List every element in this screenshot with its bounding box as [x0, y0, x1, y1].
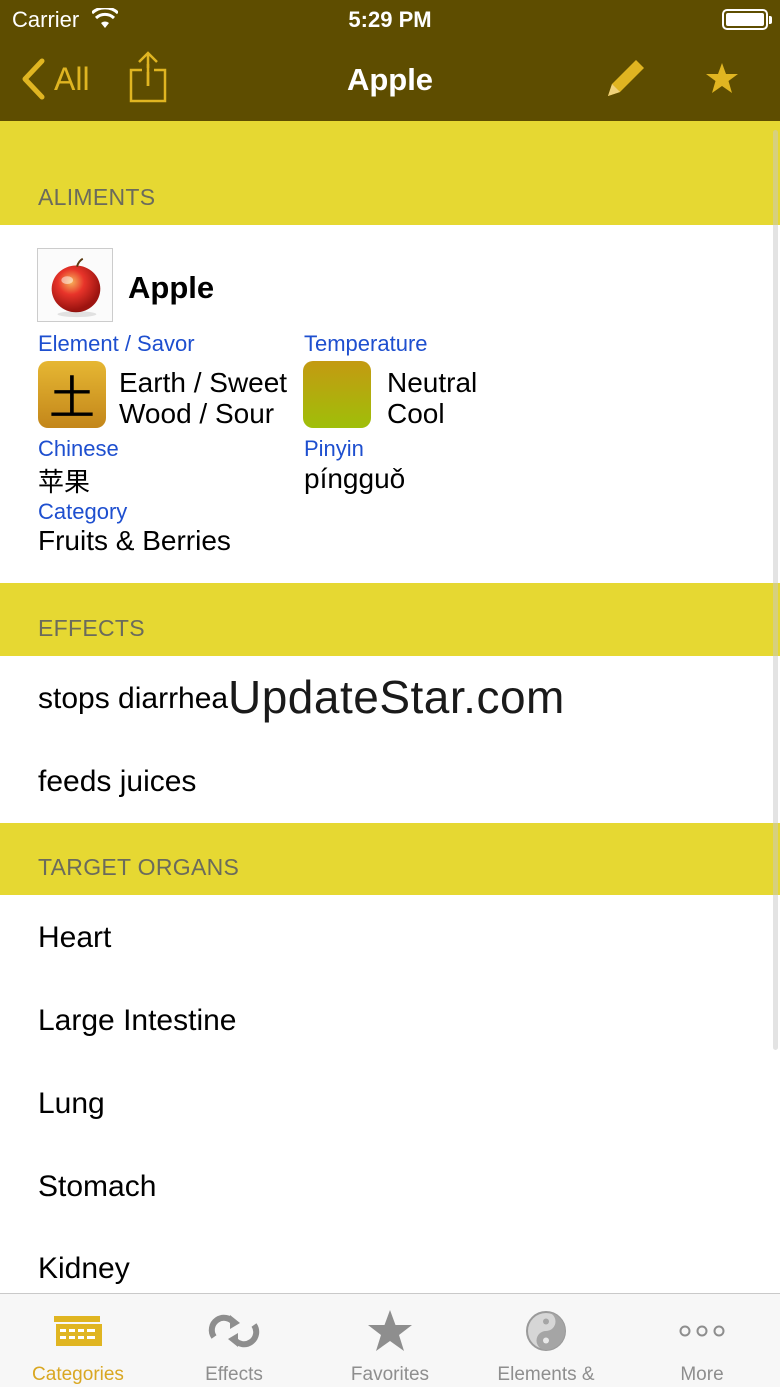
element-value-2: Wood / Sour [119, 398, 275, 429]
temperature-icon [303, 361, 371, 428]
apple-image [37, 248, 113, 322]
tab-more[interactable]: More [624, 1294, 780, 1387]
watermark: UpdateStar.com [228, 671, 565, 723]
section-title: ALIMENTS [38, 184, 156, 210]
chinese-label: Chinese [38, 436, 119, 461]
navigation-bar: All Apple [0, 40, 780, 121]
star-icon [368, 1310, 412, 1351]
categories-icon [54, 1316, 102, 1346]
top-bar: Carrier 5:29 PM All Apple [0, 0, 780, 121]
element-label: Element / Savor [38, 331, 195, 356]
pinyin-label: Pinyin [304, 436, 364, 461]
tab-label: More [680, 1364, 724, 1385]
tab-elements-organs[interactable]: Elements & Organs [468, 1294, 624, 1387]
status-bar: Carrier 5:29 PM [0, 0, 780, 40]
section-header-effects: EFFECTS [0, 583, 780, 656]
tab-effects[interactable]: Effects [156, 1294, 312, 1387]
tab-bar: Categories Effects Favorites Elements & … [0, 1293, 780, 1387]
element-value-1: Earth / Sweet [119, 367, 288, 398]
chinese-value: 苹果 [38, 468, 91, 498]
temperature-value-2: Cool [387, 398, 445, 429]
battery-icon [722, 9, 772, 30]
apple-icon [51, 257, 101, 318]
tab-categories[interactable]: Categories [0, 1294, 156, 1387]
category-label: Category [38, 499, 128, 524]
clock: 5:29 PM [348, 7, 432, 32]
pencil-icon[interactable] [602, 54, 650, 102]
organ-item[interactable]: Heart [38, 921, 111, 955]
scroll-indicator[interactable] [773, 130, 778, 1050]
tab-label: Favorites [350, 1364, 430, 1385]
effects-icon [208, 1314, 260, 1348]
section-header-aliments: ALIMENTS [0, 121, 780, 225]
yin-yang-icon [526, 1311, 566, 1351]
temperature-label: Temperature [304, 331, 428, 356]
organ-item[interactable]: Lung [38, 1087, 105, 1121]
category-value: Fruits & Berries [38, 525, 231, 556]
temperature-value-1: Neutral [387, 367, 478, 398]
page-title: Apple [346, 62, 434, 97]
pinyin-value: píngguǒ [304, 463, 406, 494]
earth-element-icon: 土 [38, 361, 106, 428]
more-icon [679, 1325, 725, 1337]
element-glyph: 土 [49, 370, 95, 425]
section-header-target-organs: TARGET ORGANS [0, 823, 780, 895]
tab-favorites[interactable]: Favorites [312, 1294, 468, 1387]
section-title: EFFECTS [38, 615, 145, 641]
tab-label: Elements & Organs [497, 1364, 595, 1387]
star-icon[interactable] [704, 60, 740, 96]
effect-item[interactable]: feeds juices [38, 765, 196, 799]
aliment-name: Apple [128, 270, 215, 305]
section-title: TARGET ORGANS [38, 854, 240, 880]
organ-item[interactable]: Large Intestine [38, 1004, 236, 1038]
organ-item[interactable]: Kidney [38, 1252, 130, 1286]
effect-item[interactable]: stops diarrhea [38, 682, 228, 716]
tab-label: Categories [32, 1364, 124, 1385]
tab-label: Effects [205, 1364, 263, 1385]
organ-item[interactable]: Stomach [38, 1170, 156, 1204]
